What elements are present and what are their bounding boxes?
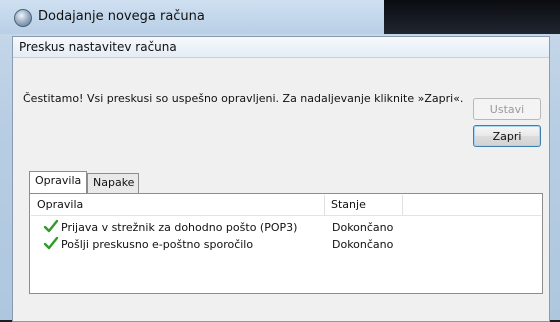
- stop-button[interactable]: Ustavi: [473, 98, 541, 120]
- column-header-status[interactable]: Stanje: [325, 195, 403, 215]
- checkmark-icon: [43, 236, 59, 250]
- tab-tasks-label: Opravila: [35, 174, 82, 187]
- column-header-status-label: Stanje: [331, 198, 366, 211]
- tab-control: Opravila Napake Opravila Stanje Prijava …: [29, 171, 543, 294]
- success-message: Čestitamo! Vsi preskusi so uspešno oprav…: [23, 92, 464, 105]
- task-status: Dokončano: [332, 238, 394, 251]
- table-row[interactable]: Prijava v strežnik za dohodno pošto (POP…: [31, 219, 541, 236]
- column-header-tasks[interactable]: Opravila: [31, 195, 325, 215]
- column-header-tasks-label: Opravila: [37, 198, 84, 211]
- tab-tasks[interactable]: Opravila: [29, 171, 87, 193]
- app-globe-icon: [14, 9, 32, 27]
- table-row[interactable]: Pošlji preskusno e-poštno sporočilo Doko…: [31, 236, 541, 253]
- dialog-titlebar: Preskus nastavitev računa: [13, 37, 549, 58]
- dialog-title: Preskus nastavitev računa: [19, 40, 177, 54]
- tasks-panel: Opravila Stanje Prijava v strežnik za do…: [29, 193, 543, 294]
- window-title: Dodajanje novega računa: [38, 9, 205, 24]
- tab-errors[interactable]: Napake: [87, 173, 139, 193]
- test-settings-dialog: Preskus nastavitev računa Čestitamo! Vsi…: [12, 36, 550, 322]
- task-name: Prijava v strežnik za dohodno pošto (POP…: [61, 221, 298, 234]
- tab-errors-label: Napake: [93, 176, 135, 189]
- outer-window: Dodajanje novega računa Preskus nastavit…: [0, 0, 560, 322]
- close-button[interactable]: Zapri: [473, 125, 541, 147]
- checkmark-icon: [43, 219, 59, 233]
- list-header: Opravila Stanje: [31, 195, 541, 216]
- window-titlebar: Dodajanje novega računa: [0, 0, 390, 34]
- background-desktop: [384, 0, 560, 34]
- task-name: Pošlji preskusno e-poštno sporočilo: [61, 238, 254, 251]
- task-status: Dokončano: [332, 221, 394, 234]
